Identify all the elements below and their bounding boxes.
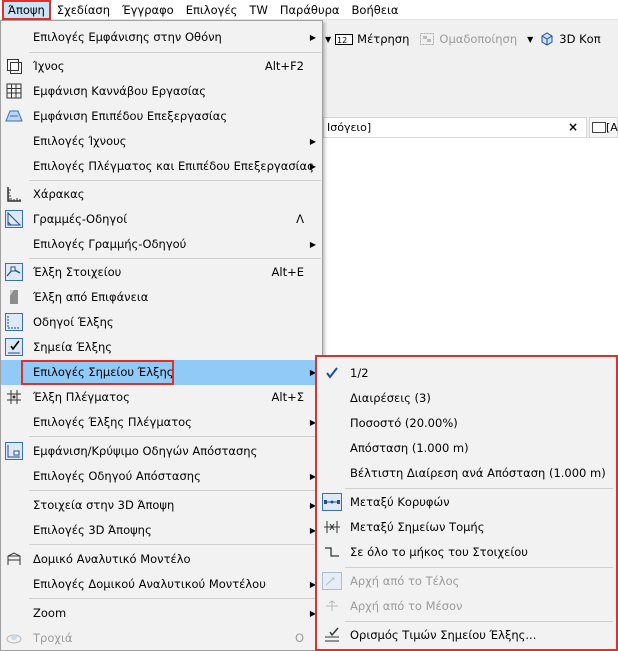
menu-item-on-screen-view-options[interactable]: Επιλογές Εμφάνισης στην Οθόνη ▶ [1,25,322,50]
measure-icon: 12 [335,34,354,45]
menu-item-show-construction-grid[interactable]: Εμφάνιση Καννάβου Εργασίας [1,79,322,104]
checked-box-icon [5,338,23,356]
submenu-arrow-icon: ▶ [309,33,316,42]
menu-item-trace[interactable]: Ίχνος Alt+F2 [1,54,322,79]
menubar-item-document[interactable]: Έγγραφο [116,0,180,20]
ruler-icon [7,187,21,202]
element-snap-icon [5,263,23,281]
menubar-item-view[interactable]: Άποψη [2,0,51,20]
menu-item-distance-guide-options[interactable]: Επιλογές Οδηγού Απόστασης ▶ [1,464,322,489]
grid-icon [6,83,22,99]
menu-item-element-snap[interactable]: Έλξη Στοιχείου Alt+E [1,260,322,285]
tab-secondary-label: [A [606,121,618,134]
menubar-item-design[interactable]: Σχεδίαση [51,0,116,20]
menu-item-trace-options[interactable]: Επιλογές Ίχνους ▶ [1,129,322,154]
menu-item-surface-snap[interactable]: Έλξη από Επιφάνεια [1,285,322,310]
submenu-item-set-snap-values[interactable]: Ορισμός Τιμών Σημείου Έλξης... [317,623,616,648]
menu-item-grid-snap[interactable]: Έλξη Πλέγματος Alt+Σ [1,385,322,410]
menu-item-structural-analytical-model[interactable]: Δομικό Αναλυτικό Μοντέλο [1,547,322,572]
menu-item-ruler[interactable]: Χάρακας [1,182,322,207]
menubar-item-help[interactable]: Βοήθεια [346,0,405,20]
menu-item-3d-view-options[interactable]: Επιλογές 3D Άποψης ▶ [1,518,322,543]
submenu-arrow-icon: ▶ [309,240,316,249]
submenu-item-half[interactable]: 1/2 [317,361,616,386]
menu-item-toggle-distance-guides[interactable]: Εμφάνιση/Κρύψιμο Οδηγών Απόστασης [1,439,322,464]
grid-snap-icon [7,390,21,404]
menu-item-structural-model-options[interactable]: Επιλογές Δομικού Αναλυτικού Μοντέλου ▶ [1,572,322,597]
menubar: Άποψη Σχεδίαση Έγγραφο Επιλογές TW Παράθ… [0,0,618,20]
measure-label: Μέτρηση [357,32,410,46]
editing-plane-icon [5,110,23,122]
menu-item-elements-in-3d-view[interactable]: Στοιχεία στην 3D Άποψη ▶ [1,493,322,518]
menu-item-show-editing-plane[interactable]: Εμφάνιση Επιπέδου Επεξεργασίας [1,104,322,129]
checkmark-icon [326,367,338,379]
guide-lines-icon [5,210,23,228]
menu-item-grid-and-plane-options[interactable]: Επιλογές Πλέγματος και Επιπέδου Επεξεργα… [1,154,322,179]
tab-secondary[interactable]: [A [589,117,618,137]
menu-item-guide-line-options[interactable]: Επιλογές Γραμμής-Οδηγού ▶ [1,232,322,257]
surface-snap-icon [10,290,18,304]
svg-text:12: 12 [337,36,347,45]
submenu-item-between-intersections[interactable]: Μεταξύ Σημείων Τομής [317,515,616,540]
group-icon [420,33,435,45]
submenu-item-percentage[interactable]: Ποσοστό (20.00%) [317,411,616,436]
tab-label: Ισόγειο] [327,121,372,134]
submenu-item-start-from-middle[interactable]: Αρχή από το Μέσον [317,594,616,619]
menu-item-guide-lines[interactable]: Γραμμές-Οδηγοί Λ [1,207,322,232]
chevron-down-icon[interactable]: ▼ [527,35,533,44]
whole-length-icon [325,547,339,557]
menu-item-snap-guides[interactable]: Οδηγοί Έλξης [1,310,322,335]
submenu-item-optimal-division[interactable]: Βέλτιστη Διαίρεση ανά Απόσταση (1.000 m) [317,461,616,486]
menu-item-snap-point-options[interactable]: Επιλογές Σημείου Έλξης ▶ [1,360,322,385]
group-label: Ομαδοποίηση [439,32,518,46]
3d-cutaway-label: 3D Κοπ [559,32,601,46]
submenu-item-distance[interactable]: Απόσταση (1.000 m) [317,436,616,461]
between-vertices-icon [322,493,342,511]
menu-item-snap-points[interactable]: Σημεία Έλξης [1,335,322,360]
submenu-arrow-icon: ▶ [309,137,316,146]
snap-guides-icon [5,313,23,331]
snap-point-options-submenu: 1/2 Διαιρέσεις (3) Ποσοστό (20.00%) Απόσ… [315,355,618,651]
toolbar: ▼ 12 Μέτρηση Ομαδοποίηση ▼ 3D Κοπ [323,22,618,56]
start-from-middle-icon [326,600,338,611]
view-menu: Επιλογές Εμφάνισης στην Οθόνη ▶ Ίχνος Al… [0,20,323,651]
menu-item-orbit[interactable]: Τροχιά O [1,626,322,651]
trace-icon [7,59,22,74]
group-button[interactable]: Ομαδοποίηση [419,32,517,46]
close-icon[interactable]: × [568,120,578,134]
start-from-end-icon [322,572,342,590]
chevron-down-icon[interactable]: ▼ [325,35,331,44]
menubar-item-windows[interactable]: Παράθυρα [274,0,346,20]
menubar-item-options[interactable]: Επιλογές [180,0,244,20]
measure-button[interactable]: 12 Μέτρηση [335,32,409,46]
submenu-item-start-from-end[interactable]: Αρχή από το Τέλος [317,569,616,594]
submenu-item-between-vertices[interactable]: Μεταξύ Κορυφών [317,490,616,515]
submenu-arrow-icon: ▶ [309,162,316,171]
window-icon [592,122,606,133]
tab-ground-floor[interactable]: Ισόγειο] × [323,117,587,137]
orbit-icon [6,634,22,644]
distance-guide-icon [5,442,23,460]
snap-settings-icon [325,627,339,642]
menu-item-zoom[interactable]: Zoom ▶ [1,601,322,626]
submenu-item-divisions[interactable]: Διαιρέσεις (3) [317,386,616,411]
submenu-item-whole-element-length[interactable]: Σε όλο το μήκος του Στοιχείου [317,540,616,565]
menubar-item-tw[interactable]: TW [243,0,273,20]
menu-item-grid-snap-options[interactable]: Επιλογές Έλξης Πλέγματος ▶ [1,410,322,435]
3d-cube-icon [541,32,553,46]
between-intersections-icon [324,521,340,533]
3d-cutaway-button[interactable]: 3D Κοπ [539,32,601,46]
structural-model-icon [7,552,21,565]
